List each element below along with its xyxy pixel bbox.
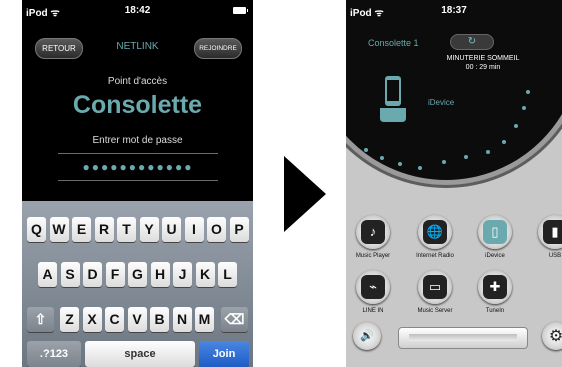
dial-dot: [380, 156, 384, 160]
network-name: Consolette: [72, 91, 203, 119]
key-k[interactable]: K: [195, 262, 215, 287]
key-r[interactable]: R: [94, 217, 114, 242]
key-q[interactable]: Q: [27, 217, 46, 242]
key-w[interactable]: W: [49, 217, 69, 242]
status-bar: iPod ᯤ 18:37: [346, 0, 562, 20]
source-select-screen: iPod ᯤ 18:37 Consolette 1 ↻ MINUTERIE SO…: [346, 0, 562, 367]
settings-button[interactable]: ⚙: [542, 322, 562, 350]
dial-dot: [526, 90, 530, 94]
source-label: iDevice: [485, 253, 505, 259]
source-music-player-button[interactable]: ♪: [356, 215, 390, 249]
key-l[interactable]: L: [218, 262, 237, 287]
dial-dot: [418, 166, 422, 170]
dial-dot: [398, 162, 402, 166]
numbers-key[interactable]: .?123: [27, 341, 81, 367]
access-point-label: Point d'accès: [107, 76, 168, 87]
join-key[interactable]: Join: [199, 341, 249, 367]
key-v[interactable]: V: [127, 307, 147, 332]
source-line-in-button[interactable]: ⌁: [356, 270, 390, 304]
source-label: Internet Radio: [416, 253, 454, 259]
key-y[interactable]: Y: [139, 217, 159, 242]
key-u[interactable]: U: [162, 217, 181, 242]
source-label: Music Server: [417, 308, 453, 314]
onscreen-keyboard: QWERTYUIOP ASDFGHJKL ZXCVBNM ⇧ ⌫ .?123 s…: [22, 201, 253, 367]
key-j[interactable]: J: [173, 262, 192, 287]
key-m[interactable]: M: [195, 307, 214, 332]
internet-radio-icon: 🌐: [423, 220, 447, 244]
status-bar: iPod ᯤ 18:42: [22, 0, 253, 20]
dial-dot: [464, 155, 468, 159]
divider: [58, 180, 218, 181]
volume-track: [409, 334, 517, 341]
key-a[interactable]: A: [38, 262, 57, 287]
key-f[interactable]: F: [105, 262, 125, 287]
dial-dot: [514, 124, 518, 128]
line-in-icon: ⌁: [361, 275, 385, 299]
music-player-icon: ♪: [361, 220, 385, 244]
arrow-right-icon: [284, 156, 326, 232]
clock: 18:42: [124, 5, 151, 16]
idevice-dock-icon: [380, 76, 406, 122]
speaker-icon: 🔊: [360, 330, 374, 342]
join-network-button[interactable]: REJOINDRE: [194, 38, 242, 59]
volume-icon[interactable]: 🔊: [353, 322, 381, 350]
source-music-server-button[interactable]: ▭: [418, 270, 452, 304]
dial-dot: [522, 106, 526, 110]
sleep-timer-value: 00 : 29 min: [465, 64, 501, 71]
sleep-timer-label: MINUTERIE SOMMEIL: [446, 55, 520, 62]
sleep-timer-button[interactable]: ↻: [450, 34, 494, 50]
volume-slider[interactable]: [398, 327, 528, 349]
current-source-label: iDevice: [428, 98, 455, 107]
source-internet-radio-button[interactable]: 🌐: [418, 215, 452, 249]
dial-dot: [442, 160, 446, 164]
delete-key[interactable]: ⌫: [221, 307, 248, 332]
divider: [58, 153, 218, 154]
password-label: Entrer mot de passe: [92, 135, 183, 146]
key-i[interactable]: I: [184, 217, 204, 242]
clock: 18:37: [441, 5, 467, 16]
key-b[interactable]: B: [150, 307, 169, 332]
key-s[interactable]: S: [60, 262, 80, 287]
key-n[interactable]: N: [172, 307, 192, 332]
zone-name[interactable]: Consolette 1: [368, 38, 419, 48]
dial-dot: [486, 150, 490, 154]
source-label: USB: [548, 253, 562, 259]
key-x[interactable]: X: [82, 307, 102, 332]
usb-icon: ▮: [543, 220, 562, 244]
key-d[interactable]: D: [83, 262, 102, 287]
wifi-password-screen: iPod ᯤ 18:42 RETOUR NETLINK REJOINDRE Po…: [22, 0, 253, 367]
key-g[interactable]: G: [128, 262, 147, 287]
gear-icon: ⚙: [548, 328, 562, 345]
music-server-icon: ▭: [423, 275, 447, 299]
idevice-icon: ▯: [483, 220, 507, 244]
space-key[interactable]: space: [85, 341, 195, 367]
key-c[interactable]: C: [105, 307, 124, 332]
key-o[interactable]: O: [207, 217, 226, 242]
source-label: LINE IN: [362, 308, 384, 314]
key-e[interactable]: E: [72, 217, 91, 242]
dial-dot: [502, 140, 506, 144]
battery-icon: [233, 7, 248, 14]
source-label: Music Player: [355, 253, 391, 259]
source-usb-button[interactable]: ▮: [538, 215, 562, 249]
key-z[interactable]: Z: [60, 307, 79, 332]
key-t[interactable]: T: [117, 217, 136, 242]
shift-key[interactable]: ⇧: [27, 307, 54, 332]
dial-dot: [364, 148, 368, 152]
key-h[interactable]: H: [150, 262, 170, 287]
tunein-icon: ✚: [483, 275, 507, 299]
password-field[interactable]: ●●●●●●●●●●●●: [58, 160, 218, 174]
source-tunein-button[interactable]: ✚: [478, 270, 512, 304]
key-p[interactable]: P: [229, 217, 249, 242]
source-idevice-button[interactable]: ▯: [478, 215, 512, 249]
source-label: TuneIn: [485, 308, 505, 314]
